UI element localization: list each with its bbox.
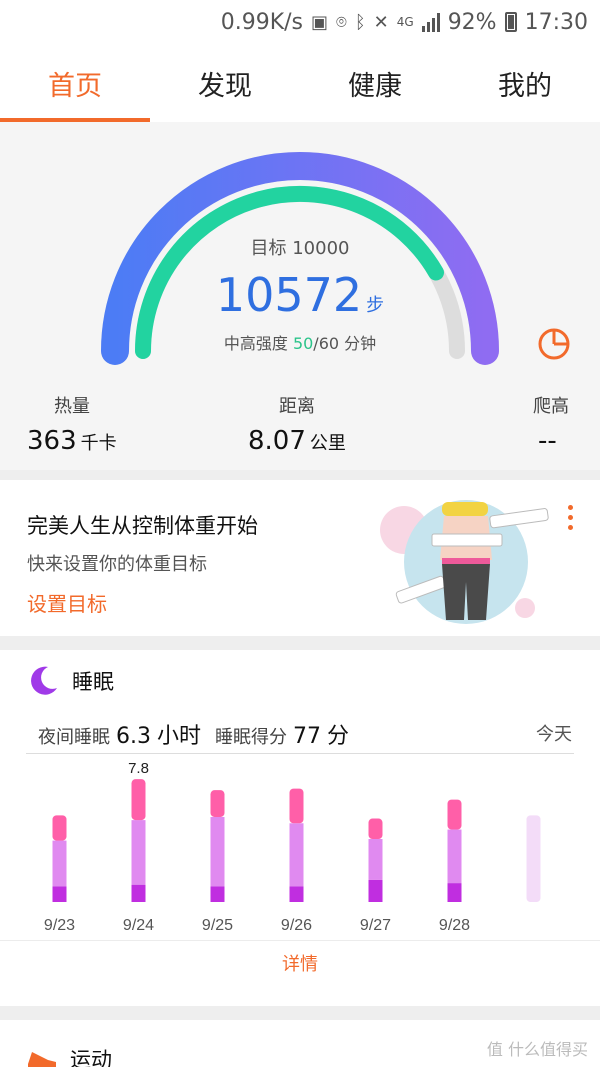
pie-chart-icon[interactable] [536,326,572,362]
tab-home[interactable]: 首页 [0,44,150,122]
sleep-bar-deep[interactable] [289,886,304,902]
tab-mine[interactable]: 我的 [450,44,600,122]
intensity-value: 50 [292,334,314,353]
distance-unit: 公里 [309,433,346,454]
calories-unit: 千卡 [80,433,117,454]
sleep-bar-deep[interactable] [447,883,462,902]
distance-value: 8.07 公里 [248,426,346,456]
sleep-x-tick: 9/27 [360,917,391,934]
steps-unit: 步 [366,295,385,316]
sleep-max-label: 7.8 [128,760,149,777]
shoe-icon [28,1052,56,1067]
sleep-bar-light[interactable] [131,820,146,885]
sport-title: 运动 [70,1048,112,1067]
sleep-bar-awake[interactable] [447,799,462,830]
steps-value: 10572 [215,268,363,322]
sleep-bar-awake[interactable] [289,788,304,824]
steps-goal: 目标 10000 [250,238,350,259]
sleep-bar-awake[interactable] [52,815,67,841]
intensity-suffix: /60 分钟 [313,334,377,353]
location-icon: ⌾ [336,11,347,33]
tab-discover[interactable]: 发现 [150,44,300,122]
sleep-title: 睡眠 [72,670,114,694]
mute-icon: ✕ [373,11,389,33]
sleep-summary: 夜间睡眠 6.3 小时 睡眠得分 77 分 [38,718,349,750]
sim-icon: ▣ [311,11,329,33]
sleep-bar-deep[interactable] [368,879,383,902]
distance-number: 8.07 [248,426,306,456]
stats-row: 热量 363 千卡 距离 8.07 公里 爬高 -- [0,392,600,470]
calories-label: 热量 [54,396,90,417]
weight-subtitle: 快来设置你的体重目标 [27,554,207,575]
watermark: 值 什么值得买 [486,1040,588,1059]
climb-value: -- [538,426,557,456]
weight-illustration-icon [380,500,549,624]
sleep-bar-light[interactable] [447,829,462,884]
night-sleep-label: 夜间睡眠 [38,727,110,748]
battery-percent: 92% [447,9,497,35]
sleep-x-tick: 9/24 [123,917,154,934]
more-options-icon[interactable] [560,502,580,536]
calories-number: 363 [27,426,77,456]
status-bar: 0.99K/s ▣ ⌾ ᛒ ✕ 4G 92% 17:30 [0,0,600,44]
sleep-x-tick: 9/26 [281,917,312,934]
sleep-bar-deep[interactable] [131,884,146,902]
sleep-bar-light[interactable] [289,823,304,887]
sleep-bar-deep[interactable] [52,886,67,902]
network-speed: 0.99K/s [220,9,304,35]
signal-icon [421,12,440,32]
network-type-icon: 4G [396,15,414,29]
climb-label: 爬高 [533,396,569,417]
sleep-bar-deep[interactable] [210,886,225,902]
sleep-x-tick: 9/23 [44,917,75,934]
weight-title: 完美人生从控制体重开始 [27,514,258,538]
sleep-card[interactable]: 睡眠 夜间睡眠 6.3 小时 睡眠得分 77 分 今天 9/23 9/24 9/25… [0,650,600,1006]
main-tabs: 首页 发现 健康 我的 [0,44,600,122]
sleep-score-value: 77 [293,724,322,749]
sleep-bar-awake[interactable] [210,790,225,817]
steps-card[interactable]: 目标 10000 10572 步 中高强度 50/60 分钟 热量 363 千卡 距… [0,122,600,470]
moon-icon [31,666,57,695]
sleep-x-tick: 9/28 [439,917,470,934]
sleep-today-label: 今天 [536,724,572,745]
sleep-detail-button[interactable]: 详情 [0,950,600,976]
sleep-score-label: 睡眠得分 [215,727,288,748]
weight-card[interactable]: 完美人生从控制体重开始 快来设置你的体重目标 设置目标 [0,480,600,636]
intensity-minutes: 中高强度 50/60 分钟 [0,330,600,354]
sleep-bar-light[interactable] [52,840,67,887]
sleep-bar-light[interactable] [368,839,383,880]
distance-label: 距离 [279,396,315,417]
sleep-score-unit: 分 [327,724,350,749]
tab-health[interactable]: 健康 [300,44,450,122]
sleep-x-tick: 9/25 [202,917,233,934]
battery-icon [504,12,517,32]
sleep-header: 睡眠 [26,664,114,698]
bluetooth-icon: ᛒ [354,11,366,33]
sleep-chart[interactable]: 9/23 9/24 9/25 9/26 9/27 9/28 7.8 [0,754,600,940]
night-sleep-value: 6.3 [116,724,151,749]
calories-value: 363 千卡 [27,426,117,456]
night-sleep-unit: 小时 [157,724,202,749]
sleep-bar-today[interactable] [526,815,541,902]
sleep-bar-awake[interactable] [131,779,146,821]
sleep-bar-light[interactable] [210,816,225,887]
steps-count: 10572 步 [0,268,600,322]
clock: 17:30 [524,9,588,35]
sleep-bar-awake[interactable] [368,818,383,839]
sleep-divider [0,940,600,941]
set-goal-link[interactable]: 设置目标 [27,588,107,617]
intensity-prefix: 中高强度 [223,334,293,353]
sport-header: 运动 [26,1044,112,1067]
